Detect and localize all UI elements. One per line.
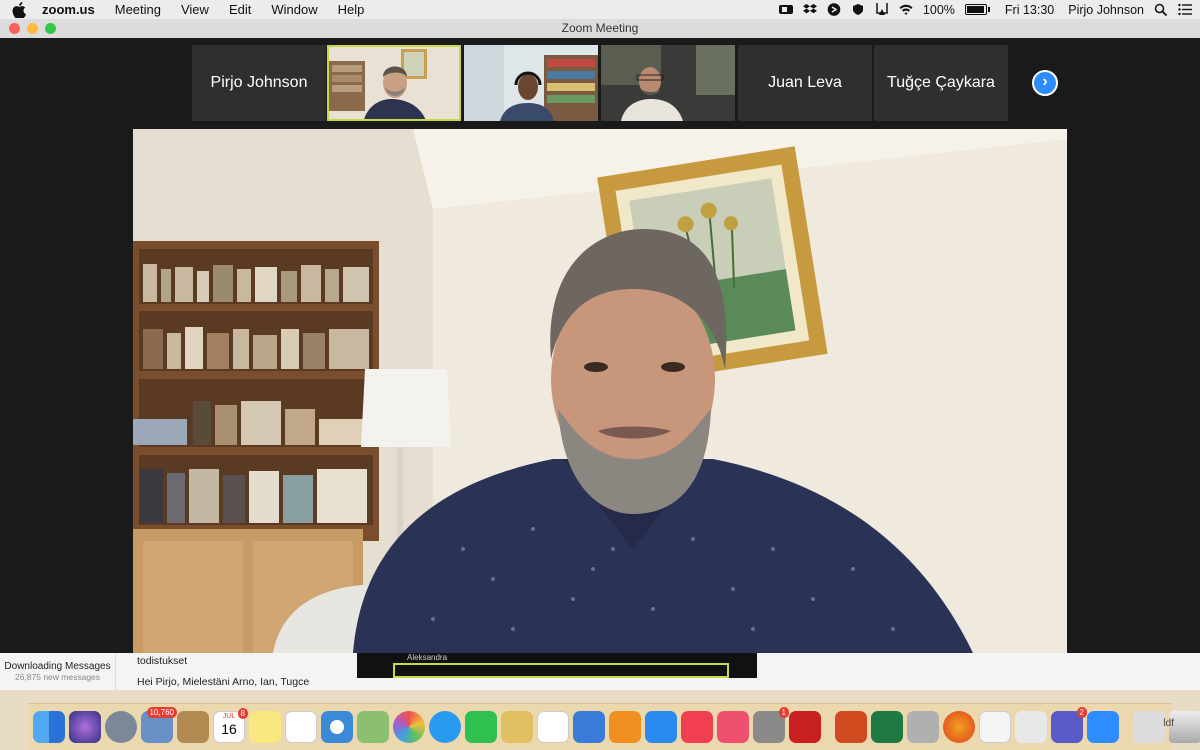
photos-badge: 10,760 — [146, 707, 177, 718]
books-icon[interactable] — [609, 711, 641, 743]
calendar-badge: 8 — [237, 708, 248, 719]
excel-icon[interactable] — [871, 711, 903, 743]
zoom-icon[interactable] — [1087, 711, 1119, 743]
menu-view[interactable]: View — [181, 2, 209, 17]
window-title: Zoom Meeting — [561, 21, 639, 35]
news-icon[interactable] — [681, 711, 713, 743]
reminders-icon[interactable] — [285, 711, 317, 743]
firefox-icon[interactable] — [943, 711, 975, 743]
chevron-right-icon: › — [1042, 73, 1048, 90]
participant-name: Tuğçe Çaykara — [887, 74, 995, 91]
numbers-icon[interactable] — [537, 711, 569, 743]
photos-library-icon[interactable]: 10,760 — [141, 707, 177, 743]
mail-download-status: Downloading Messages — [4, 661, 111, 672]
app-store-icon[interactable] — [645, 711, 677, 743]
mail-status-panel: Downloading Messages 26,875 new messages — [0, 653, 116, 690]
participant-name: Juan Leva — [768, 74, 842, 91]
calendar-day: 16 — [221, 721, 237, 737]
script-editor-icon[interactable] — [1015, 711, 1047, 743]
preferences-badge: 1 — [778, 707, 789, 718]
help-question-icon[interactable] — [1133, 711, 1165, 743]
messages-icon[interactable] — [429, 711, 461, 743]
fullscreen-window-button[interactable] — [45, 23, 56, 34]
thumbnail-name: Aleksandra — [407, 653, 448, 662]
window-titlebar[interactable]: Zoom Meeting — [0, 19, 1200, 38]
wifi-icon[interactable] — [899, 3, 913, 16]
utilities-icon[interactable] — [907, 711, 939, 743]
music-icon[interactable] — [717, 711, 749, 743]
mail-preview: Hei Pirjo, Mielestäni Arno, Ian, Tugce — [137, 676, 310, 688]
maps-icon[interactable] — [357, 711, 389, 743]
participant-name: Pirjo Johnson — [210, 74, 308, 91]
apple-icon[interactable] — [12, 1, 26, 18]
contacts-icon[interactable] — [177, 711, 209, 743]
participant-tile[interactable] — [464, 45, 598, 121]
system-preferences-icon[interactable]: 1 — [753, 707, 789, 743]
participant-tile[interactable]: Pirjo Johnson — [192, 45, 326, 121]
menu-window[interactable]: Window — [271, 2, 317, 17]
safari-icon[interactable] — [321, 711, 353, 743]
facetime-icon[interactable] — [465, 711, 497, 743]
user-name[interactable]: Pirjo Johnson — [1068, 3, 1144, 17]
next-participants-button[interactable]: › — [1032, 70, 1058, 96]
dropbox-icon[interactable] — [802, 3, 817, 16]
vpn-icon[interactable] — [851, 3, 865, 16]
participant-video — [329, 47, 459, 119]
participant-strip: Pirjo Johnson Juan Leva Tuğçe Çaykara › — [0, 45, 1200, 121]
acrobat-icon[interactable] — [789, 711, 821, 743]
participant-video — [601, 45, 735, 121]
launchpad-icon[interactable] — [105, 711, 137, 743]
minimize-window-button[interactable] — [27, 23, 38, 34]
dock-overflow-label: ldf — [1163, 718, 1174, 729]
thumbnail-highlight — [393, 663, 729, 678]
notes-icon[interactable] — [249, 711, 281, 743]
menu-app-name[interactable]: zoom.us — [42, 2, 95, 17]
siri-icon[interactable] — [69, 711, 101, 743]
airplay-icon[interactable] — [875, 3, 889, 16]
participant-tile[interactable] — [601, 45, 735, 121]
teams-badge: 2 — [1076, 707, 1087, 718]
mail-video-thumbnail: Aleksandra — [357, 653, 757, 678]
keynote-icon[interactable] — [573, 711, 605, 743]
clock[interactable]: Fri 13:30 — [1005, 3, 1054, 17]
spotlight-search-icon[interactable] — [1154, 3, 1168, 16]
participant-video — [464, 45, 598, 121]
menu-help[interactable]: Help — [338, 2, 365, 17]
preview-icon[interactable] — [501, 711, 533, 743]
speaker-video-frame — [133, 129, 1067, 653]
mail-new-count: 26,875 new messages — [14, 672, 101, 682]
close-window-button[interactable] — [9, 23, 20, 34]
teams-icon[interactable]: 2 — [1051, 707, 1087, 743]
shazam-icon[interactable] — [827, 3, 841, 16]
powerpoint-icon[interactable] — [835, 711, 867, 743]
macos-dock: 10,760 JUL 16 8 1 2 ldf — [28, 703, 1200, 750]
mail-app-background: Downloading Messages 26,875 new messages… — [0, 653, 1200, 690]
menu-meeting[interactable]: Meeting — [115, 2, 161, 17]
calendar-icon[interactable]: JUL 16 8 — [213, 708, 248, 743]
battery-percent: 100% — [922, 2, 955, 17]
battery-icon[interactable] — [964, 4, 990, 15]
active-speaker-video[interactable] — [133, 129, 1067, 653]
menu-bar: zoom.us Meeting View Edit Window Help 10… — [0, 0, 1200, 19]
participant-tile[interactable]: Juan Leva — [738, 45, 872, 121]
mail-message-item[interactable]: todistukset Hei Pirjo, Mielestäni Arno, … — [137, 655, 309, 689]
textedit-icon[interactable] — [979, 711, 1011, 743]
menu-edit[interactable]: Edit — [229, 2, 251, 17]
mail-subject: todistukset — [137, 655, 188, 667]
photos-icon[interactable] — [393, 711, 425, 743]
participant-tile[interactable]: Tuğçe Çaykara — [874, 45, 1008, 121]
notification-center-icon[interactable] — [1178, 3, 1192, 16]
participant-tile-active-speaker[interactable] — [327, 45, 461, 121]
zoom-camera-icon[interactable] — [778, 3, 793, 16]
traffic-lights — [9, 23, 56, 34]
finder-icon[interactable] — [33, 711, 65, 743]
status-area: 100% Fri 13:30 Pirjo Johnson — [778, 0, 1192, 19]
zoom-meeting-window: Zoom Meeting Pirjo Johnson Juan Leva Tuğ… — [0, 19, 1200, 653]
